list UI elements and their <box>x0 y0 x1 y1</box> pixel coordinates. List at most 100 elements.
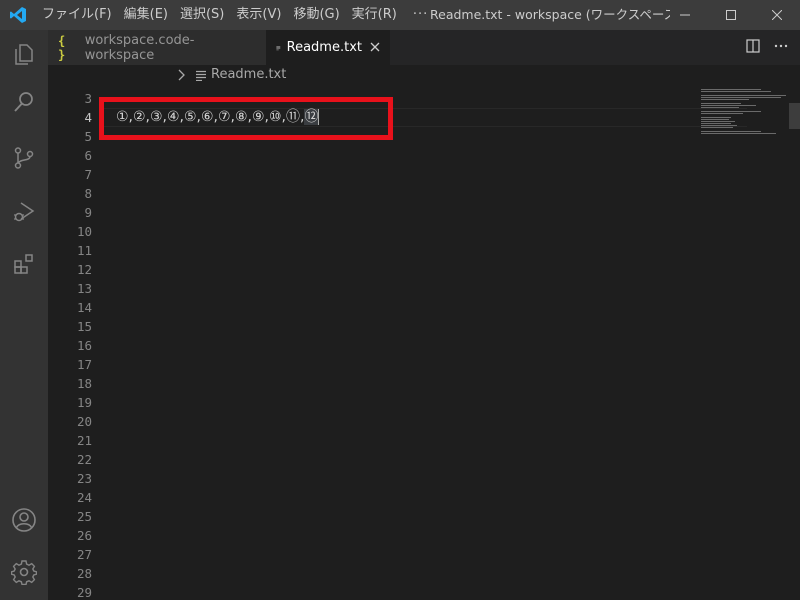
line-number: 17 <box>76 357 92 372</box>
close-icon <box>772 10 782 20</box>
menu-bar: ファイル(F) 編集(E) 選択(S) 表示(V) 移動(G) 実行(R) ··… <box>36 0 438 30</box>
menu-file[interactable]: ファイル(F) <box>36 0 118 30</box>
line-number: 18 <box>76 376 92 391</box>
extensions-icon <box>14 254 33 274</box>
minimap-line <box>701 117 731 118</box>
line-number: 28 <box>76 566 92 581</box>
search-button[interactable] <box>0 78 48 126</box>
close-icon <box>370 42 380 51</box>
line-number: 24 <box>76 490 92 505</box>
title-bar: ファイル(F) 編集(E) 選択(S) 表示(V) 移動(G) 実行(R) ··… <box>0 0 800 30</box>
gear-icon <box>11 560 37 585</box>
minimap-line <box>701 105 756 106</box>
line-number: 12 <box>76 262 92 277</box>
line-number: 20 <box>76 414 92 429</box>
minimap-line <box>701 91 771 92</box>
tab-label: workspace.code-workspace <box>84 32 195 63</box>
more-icon <box>774 44 788 48</box>
extensions-button[interactable] <box>0 240 48 288</box>
source-control-icon <box>14 147 34 169</box>
minimap-line <box>701 121 735 122</box>
line-number: 27 <box>76 547 92 562</box>
split-editor-icon <box>746 39 760 53</box>
line-number: 6 <box>84 148 92 163</box>
minimap-line <box>701 99 749 100</box>
run-debug-icon <box>14 202 35 222</box>
menu-run[interactable]: 実行(R) <box>346 0 403 30</box>
account-icon <box>12 508 36 532</box>
line-number: 4 <box>84 110 92 125</box>
tab-workspace[interactable]: { } workspace.code-workspace <box>48 30 266 65</box>
tab-bar: { } workspace.code-workspace Readme.txt <box>48 30 800 65</box>
line-number: 23 <box>76 471 92 486</box>
search-icon <box>14 92 33 112</box>
minimap-line <box>701 125 737 126</box>
line-number: 10 <box>76 224 92 239</box>
tab-readme[interactable]: Readme.txt <box>266 30 390 65</box>
line-number: 16 <box>76 338 92 353</box>
line-number: 13 <box>76 281 92 296</box>
menu-view[interactable]: 表示(V) <box>230 0 287 30</box>
vertical-scrollbar[interactable] <box>789 87 800 600</box>
json-braces-icon: { } <box>58 33 66 62</box>
red-highlight-box <box>99 97 393 140</box>
minimap-line <box>701 107 739 108</box>
line-number: 5 <box>84 129 92 144</box>
minimize-icon <box>680 14 690 16</box>
minimap[interactable] <box>699 87 789 167</box>
accounts-button[interactable] <box>0 496 48 544</box>
line-number: 21 <box>76 433 92 448</box>
files-icon <box>15 44 33 65</box>
line-number: 7 <box>84 167 92 182</box>
line-number: 29 <box>76 585 92 600</box>
minimap-line <box>701 131 761 132</box>
breadcrumb-file[interactable]: Readme.txt <box>211 67 286 82</box>
minimap-line <box>701 133 776 134</box>
minimap-line <box>701 111 761 112</box>
minimap-line <box>701 127 733 128</box>
maximize-button[interactable] <box>708 0 754 30</box>
line-number: 9 <box>84 205 92 220</box>
window-controls <box>662 0 800 30</box>
line-number: 26 <box>76 528 92 543</box>
vscode-logo-icon <box>0 0 36 30</box>
manage-button[interactable] <box>0 548 48 596</box>
window-title: Readme.txt - workspace (ワークスペース) - Vi... <box>430 7 670 22</box>
minimap-line <box>701 95 786 96</box>
line-number: 15 <box>76 319 92 334</box>
menu-edit[interactable]: 編集(E) <box>118 0 174 30</box>
line-number: 3 <box>84 91 92 106</box>
minimap-line <box>701 103 741 104</box>
minimap-line <box>701 123 731 124</box>
scroll-thumb[interactable] <box>789 103 800 129</box>
menu-selection[interactable]: 選択(S) <box>174 0 230 30</box>
line-number: 22 <box>76 452 92 467</box>
line-number: 14 <box>76 300 92 315</box>
minimap-line <box>701 119 729 120</box>
line-number: 11 <box>76 243 92 258</box>
line-number-gutter: 3 4 5 6 7 8 9 10 11 12 13 14 15 16 17 18 19 20 21 22 23 24 25 2… <box>48 89 92 600</box>
menu-go[interactable]: 移動(G) <box>287 0 345 30</box>
editor-actions <box>746 30 788 65</box>
text-file-icon <box>276 45 281 50</box>
line-number: 25 <box>76 509 92 524</box>
minimap-line <box>701 113 743 114</box>
line-number: 8 <box>84 186 92 201</box>
text-file-icon <box>196 70 206 81</box>
activity-bar <box>0 30 48 600</box>
minimap-line <box>701 89 761 90</box>
chevron-right-icon <box>178 69 185 81</box>
minimize-button[interactable] <box>662 0 708 30</box>
breadcrumb: Readme.txt <box>48 65 800 87</box>
more-actions-button[interactable] <box>774 38 788 57</box>
split-editor-button[interactable] <box>746 38 760 57</box>
line-number: 19 <box>76 395 92 410</box>
maximize-icon <box>726 10 736 20</box>
close-window-button[interactable] <box>754 0 800 30</box>
close-tab-button[interactable] <box>370 40 380 56</box>
explorer-button[interactable] <box>0 30 48 78</box>
minimap-line <box>701 97 781 98</box>
editor[interactable]: 3 4 5 6 7 8 9 10 11 12 13 14 15 16 17 18 19 20 21 22 23 24 25 2… <box>48 87 800 600</box>
source-control-button[interactable] <box>0 134 48 182</box>
run-debug-button[interactable] <box>0 188 48 236</box>
